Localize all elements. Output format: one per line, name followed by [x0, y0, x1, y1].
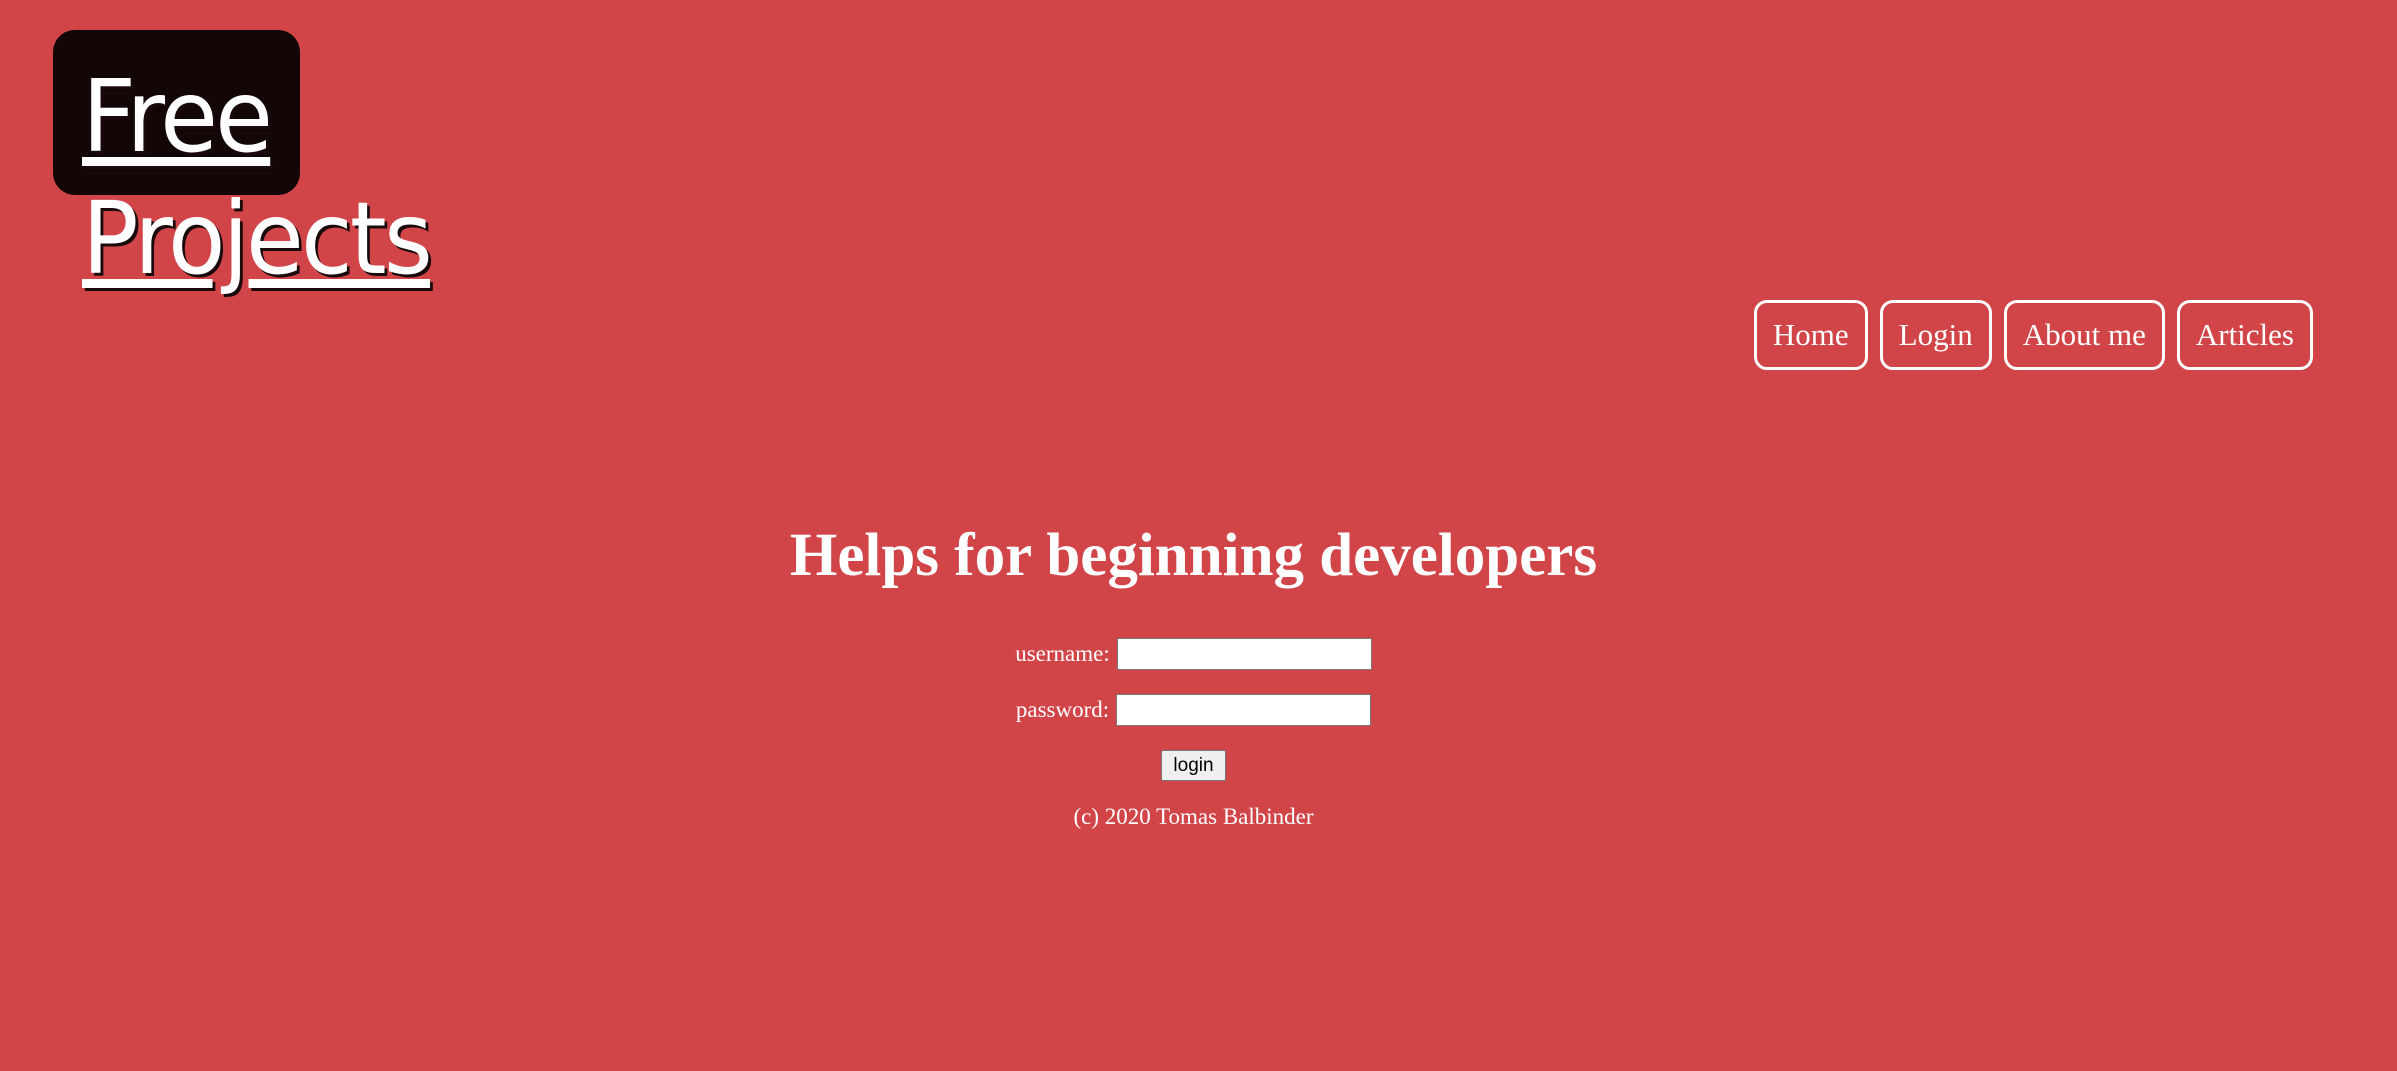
- login-button[interactable]: login: [1161, 750, 1226, 781]
- submit-row: login: [0, 750, 2387, 781]
- nav-item-articles[interactable]: Articles: [2176, 300, 2313, 370]
- username-label: username:: [1015, 641, 1110, 666]
- page-title: Helps for beginning developers: [789, 522, 1598, 589]
- main-navigation: Home Login About me Articles: [1753, 300, 2313, 370]
- username-row: username:: [0, 638, 2387, 670]
- logo-link[interactable]: Free Projects: [82, 56, 433, 300]
- nav-item-home[interactable]: Home: [1753, 300, 1868, 370]
- nav-item-about-me[interactable]: About me: [2003, 300, 2165, 370]
- password-label: password:: [1015, 697, 1110, 722]
- username-input[interactable]: [1116, 638, 1372, 670]
- login-form: username: password: login: [0, 638, 2387, 781]
- password-row: password:: [0, 694, 2387, 726]
- logo-text-projects: Projects: [82, 180, 433, 297]
- main-content: Helps for beginning developers username:…: [0, 510, 2387, 833]
- copyright-footer: (c) 2020 Tomas Balbinder: [1073, 804, 1314, 829]
- logo-text-free: Free: [82, 58, 273, 175]
- nav-item-login[interactable]: Login: [1879, 300, 1992, 370]
- password-input[interactable]: [1116, 694, 1372, 726]
